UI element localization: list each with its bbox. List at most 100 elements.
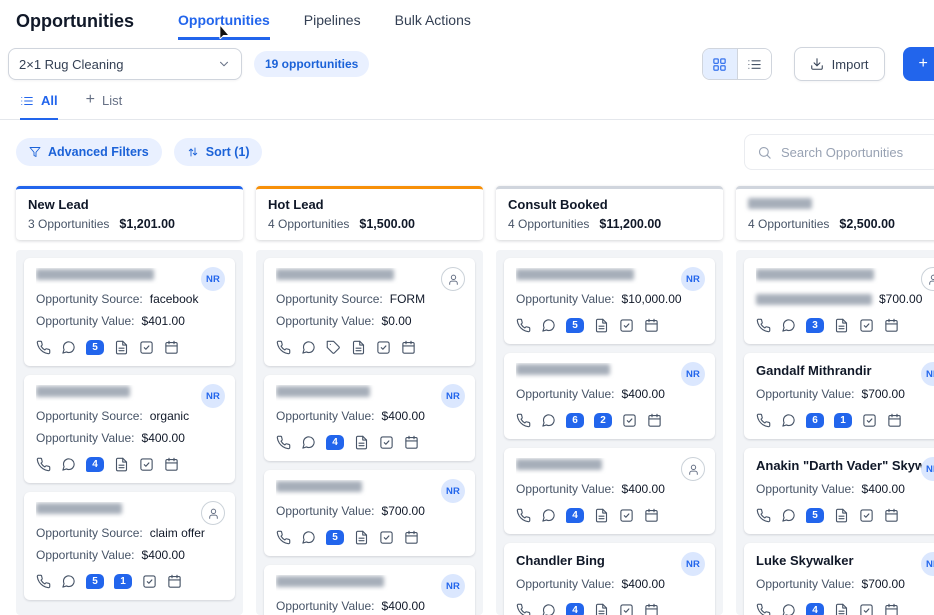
chat-icon[interactable] [541,603,556,615]
chat-icon[interactable] [781,413,796,428]
check-icon[interactable] [622,413,637,428]
calendar-icon[interactable] [164,457,179,472]
check-icon[interactable] [619,508,634,523]
phone-icon[interactable] [756,508,771,523]
stage-header-hot-lead[interactable]: Hot Lead4 Opportunities$1,500.00 [256,186,483,240]
contact-avatar[interactable]: NR [441,574,465,598]
chat-icon[interactable] [541,508,556,523]
phone-icon[interactable] [36,340,51,355]
opportunity-card[interactable]: NROpportunity Value:$400.0062 [504,353,715,439]
calendar-icon[interactable] [164,340,179,355]
opportunity-card[interactable]: NROpportunity Value:$400.004 [264,375,475,461]
calendar-icon[interactable] [884,603,899,615]
phone-icon[interactable] [276,340,291,355]
file-icon[interactable] [351,340,366,355]
chat-icon[interactable] [301,340,316,355]
notification-count-badge[interactable]: 5 [566,318,584,333]
calendar-icon[interactable] [644,508,659,523]
check-icon[interactable] [859,508,874,523]
contact-avatar[interactable]: NR [921,552,934,576]
chat-icon[interactable] [781,603,796,615]
add-list-button[interactable]: + List [86,92,123,120]
check-icon[interactable] [619,603,634,615]
file-icon[interactable] [114,457,129,472]
calendar-icon[interactable] [404,435,419,450]
notification-count-badge[interactable]: 4 [806,603,824,615]
calendar-icon[interactable] [401,340,416,355]
sort-button[interactable]: Sort (1) [174,138,263,166]
contact-avatar[interactable]: NR [921,362,934,386]
contact-avatar[interactable]: NR [441,479,465,503]
opportunity-card[interactable]: $700.003 [744,258,934,344]
notification-count-badge[interactable]: 4 [566,508,584,523]
check-icon[interactable] [859,603,874,615]
search-opportunities-box[interactable] [744,134,934,170]
check-icon[interactable] [859,318,874,333]
phone-icon[interactable] [516,413,531,428]
calendar-icon[interactable] [644,603,659,615]
chat-icon[interactable] [781,508,796,523]
chat-icon[interactable] [61,340,76,355]
calendar-icon[interactable] [647,413,662,428]
check-icon[interactable] [139,457,154,472]
chat-icon[interactable] [61,457,76,472]
notification-count-badge[interactable]: 4 [566,603,584,615]
check-icon[interactable] [142,574,157,589]
notification-count-badge[interactable]: 4 [326,435,344,450]
calendar-icon[interactable] [644,318,659,333]
list-view-button[interactable] [737,49,771,79]
opportunity-card[interactable]: NROpportunity Source:facebookOpportunity… [24,258,235,366]
notification-count-badge[interactable]: 1 [834,413,852,428]
notification-count-badge[interactable]: 2 [594,413,612,428]
chat-icon[interactable] [541,318,556,333]
contact-person-icon[interactable] [441,267,465,291]
calendar-icon[interactable] [167,574,182,589]
calendar-icon[interactable] [884,508,899,523]
contact-avatar[interactable]: NR [921,457,934,481]
chat-icon[interactable] [61,574,76,589]
contact-person-icon[interactable] [681,457,705,481]
check-icon[interactable] [619,318,634,333]
check-icon[interactable] [862,413,877,428]
check-icon[interactable] [139,340,154,355]
calendar-icon[interactable] [404,530,419,545]
file-icon[interactable] [834,603,849,615]
contact-person-icon[interactable] [201,501,225,525]
calendar-icon[interactable] [887,413,902,428]
contact-avatar[interactable]: NR [681,267,705,291]
chat-icon[interactable] [301,435,316,450]
chat-icon[interactable] [781,318,796,333]
contact-avatar[interactable]: NR [201,267,225,291]
tab-pipelines[interactable]: Pipelines [304,12,361,40]
contact-avatar[interactable]: NR [201,384,225,408]
stage-header-consult-booked[interactable]: Consult Booked4 Opportunities$11,200.00 [496,186,723,240]
search-input[interactable] [781,145,927,160]
calendar-icon[interactable] [884,318,899,333]
opportunity-card[interactable]: Chandler BingNROpportunity Value:$400.00… [504,543,715,615]
file-icon[interactable] [834,318,849,333]
notification-count-badge[interactable]: 5 [326,530,344,545]
opportunity-card[interactable]: NROpportunity Value:$400.004 [264,565,475,615]
check-icon[interactable] [379,530,394,545]
phone-icon[interactable] [276,530,291,545]
tab-opportunities[interactable]: Opportunities [178,12,270,40]
add-opportunity-button[interactable]: + Add [903,47,934,81]
advanced-filters-button[interactable]: Advanced Filters [16,138,162,166]
file-icon[interactable] [114,340,129,355]
phone-icon[interactable] [516,603,531,615]
notification-count-badge[interactable]: 1 [114,574,132,589]
file-icon[interactable] [594,603,609,615]
phone-icon[interactable] [756,318,771,333]
opportunity-card[interactable]: NROpportunity Source:organicOpportunity … [24,375,235,483]
opportunity-card[interactable]: Opportunity Value:$400.004 [504,448,715,534]
check-icon[interactable] [379,435,394,450]
phone-icon[interactable] [276,435,291,450]
phone-icon[interactable] [36,457,51,472]
tab-all[interactable]: All [20,93,58,120]
grid-view-button[interactable] [703,49,737,79]
notification-count-badge[interactable]: 5 [86,340,104,355]
phone-icon[interactable] [516,318,531,333]
file-icon[interactable] [354,435,369,450]
notification-count-badge[interactable]: 6 [566,413,584,428]
pipeline-select[interactable]: 2×1 Rug Cleaning [8,48,242,80]
